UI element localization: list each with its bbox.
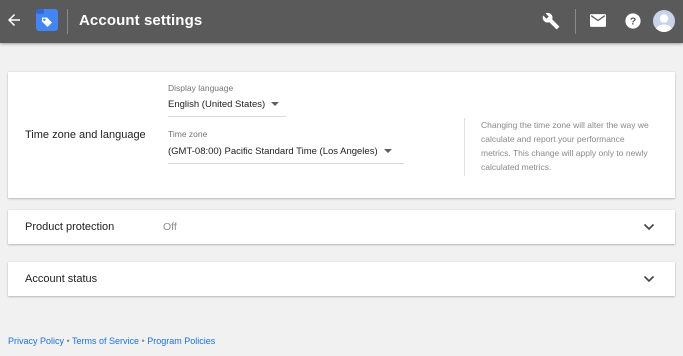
program-policies-link[interactable]: Program Policies bbox=[147, 336, 215, 346]
display-language-select[interactable]: English (United States) bbox=[168, 99, 286, 117]
product-protection-value: Off bbox=[163, 221, 177, 233]
chevron-down-icon[interactable] bbox=[642, 221, 656, 233]
time-zone-label: Time zone bbox=[168, 129, 208, 139]
account-status-label: Account status bbox=[25, 273, 98, 285]
svg-text:?: ? bbox=[630, 17, 636, 28]
chevron-down-icon[interactable] bbox=[642, 273, 656, 285]
time-zone-select[interactable]: (GMT-08:00) Pacific Standard Time (Los A… bbox=[168, 146, 404, 164]
wrench-icon[interactable] bbox=[542, 12, 560, 30]
mail-icon[interactable] bbox=[590, 14, 606, 27]
timezone-info-text: Changing the time zone will alter the wa… bbox=[481, 120, 649, 172]
avatar[interactable] bbox=[653, 10, 675, 32]
header-divider bbox=[67, 9, 68, 34]
tag-logo-icon bbox=[36, 9, 58, 31]
info-divider bbox=[464, 118, 465, 176]
chevron-down-icon bbox=[383, 149, 392, 154]
terms-of-service-link[interactable]: Terms of Service bbox=[72, 336, 139, 346]
footer-links: Privacy Policy • Terms of Service • Prog… bbox=[8, 336, 215, 346]
app-bar: Account settings ? bbox=[0, 0, 683, 43]
display-language-value: English (United States) bbox=[168, 99, 266, 110]
chevron-down-icon bbox=[271, 102, 280, 107]
avatar-icon bbox=[656, 14, 672, 32]
product-protection-label: Product protection bbox=[25, 221, 115, 233]
display-language-label: Display language bbox=[168, 83, 234, 93]
page-title: Account settings bbox=[79, 12, 203, 29]
arrow-back-icon[interactable] bbox=[5, 11, 23, 29]
timezone-language-card: Time zone and language Display language … bbox=[8, 72, 675, 198]
product-protection-row[interactable]: Product protection Off bbox=[8, 210, 675, 244]
header-divider-right bbox=[575, 9, 576, 34]
footer-separator: • bbox=[139, 336, 148, 346]
footer-separator: • bbox=[64, 336, 73, 346]
time-zone-value: (GMT-08:00) Pacific Standard Time (Los A… bbox=[168, 146, 378, 157]
help-icon[interactable]: ? bbox=[625, 13, 641, 29]
account-status-row[interactable]: Account status bbox=[8, 262, 675, 296]
timezone-language-label: Time zone and language bbox=[25, 129, 146, 141]
privacy-policy-link[interactable]: Privacy Policy bbox=[8, 336, 64, 346]
